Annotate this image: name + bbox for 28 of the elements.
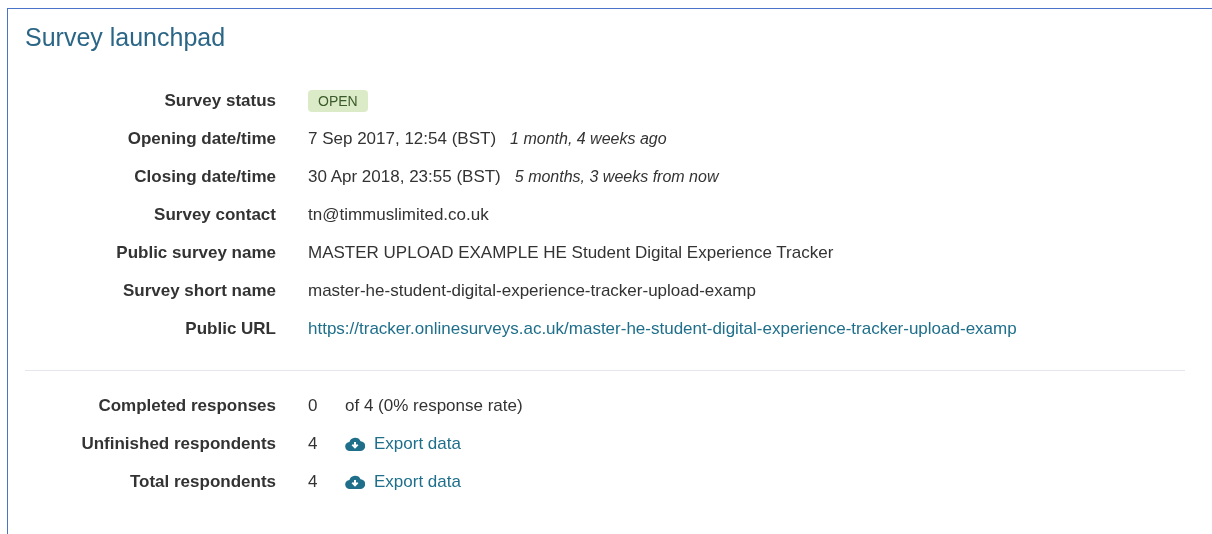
- count-value: 4: [308, 472, 319, 492]
- export-data-link[interactable]: Export data: [345, 472, 461, 492]
- response-rate-text: of 4 (0% response rate): [345, 396, 523, 416]
- field-label: Unfinished respondents: [80, 434, 277, 454]
- status-badge: OPEN: [308, 90, 368, 112]
- count-value: 0: [308, 396, 319, 416]
- field-label: Total respondents: [128, 472, 277, 492]
- field-label: Public URL: [184, 319, 277, 339]
- detail-value: MASTER UPLOAD EXAMPLE HE Student Digital Experience Tracker: [308, 243, 834, 263]
- field-label: Survey contact: [153, 205, 277, 225]
- detail-value: master-he-student-digital-experience-tracker-upload-examp: [308, 281, 756, 301]
- field-label: Opening date/time: [126, 129, 277, 149]
- url-link[interactable]: https://tracker.onlinesurveys.ac.uk/master-he-student-digital-experience-tracker-upload-examp: [308, 319, 1017, 339]
- field-label: Survey short name: [121, 281, 277, 301]
- relative-time: 1 month, 4 weeks ago: [510, 130, 667, 148]
- field-label: Public survey name: [115, 243, 277, 263]
- field-label: Closing date/time: [133, 167, 277, 187]
- count-value: 4: [308, 434, 319, 454]
- detail-value: tn@timmuslimited.co.uk: [308, 205, 489, 225]
- field-label: Completed responses: [97, 396, 277, 416]
- cloud-download-icon: [345, 474, 365, 490]
- export-data-link[interactable]: Export data: [345, 434, 461, 454]
- date-value: 30 Apr 2018, 23:55 (BST): [308, 167, 501, 187]
- cloud-download-icon: [345, 436, 365, 452]
- field-label: Survey status: [163, 91, 277, 111]
- relative-time: 5 months, 3 weeks from now: [514, 168, 719, 186]
- panel-title: Survey launchpad: [24, 22, 227, 52]
- date-value: 7 Sep 2017, 12:54 (BST): [308, 129, 497, 149]
